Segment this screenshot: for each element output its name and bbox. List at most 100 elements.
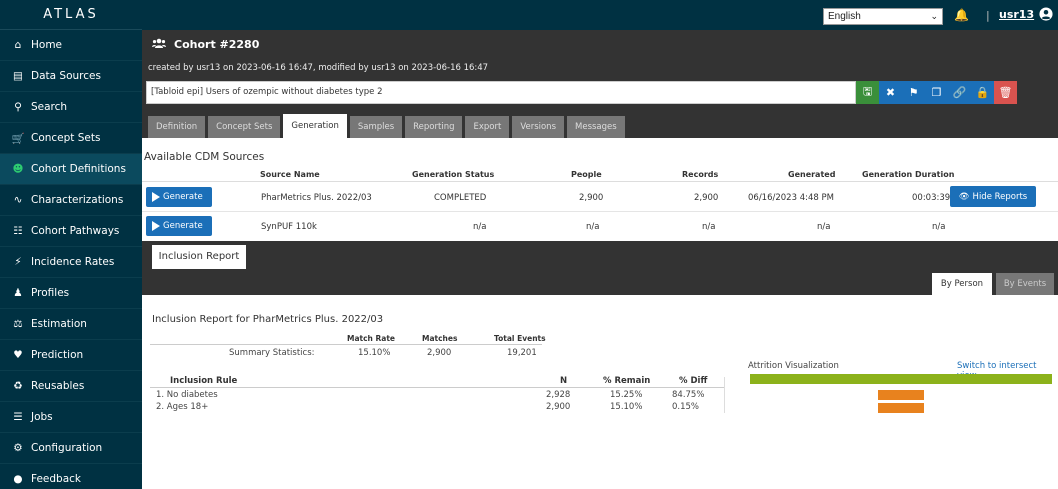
language-select[interactable]: English ⌄ bbox=[823, 8, 943, 25]
by-person-button[interactable]: By Person bbox=[932, 273, 992, 295]
hide-reports-button[interactable]: 👁 Hide Reports bbox=[950, 186, 1036, 207]
close-icon: ✖ bbox=[885, 86, 896, 99]
sidebar-item-label: Data Sources bbox=[31, 70, 101, 82]
comment-icon: ● bbox=[13, 473, 23, 485]
trash-icon: 🗑 bbox=[998, 86, 1013, 99]
rules-divider bbox=[150, 387, 724, 388]
lock-icon: 🔒 bbox=[975, 86, 990, 99]
sidebar-item-profiles[interactable]: ♟ Profiles bbox=[0, 278, 142, 309]
generate-button-label: Generate bbox=[163, 192, 203, 202]
sidebar-item-cohort-pathways[interactable]: ☷ Cohort Pathways bbox=[0, 216, 142, 247]
summary-label: Summary Statistics: bbox=[229, 348, 315, 358]
sidebar-item-label: Cohort Definitions bbox=[31, 163, 126, 175]
generate-button[interactable]: Generate bbox=[146, 187, 212, 207]
rule-remain: 15.10% bbox=[610, 402, 643, 412]
language-select-value: English bbox=[828, 11, 861, 22]
rule-remain: 15.25% bbox=[610, 390, 643, 400]
tab-inclusion-report[interactable]: Inclusion Report bbox=[152, 245, 246, 269]
line-chart-icon: ∿ bbox=[13, 194, 23, 206]
tab-generation[interactable]: Generation bbox=[283, 114, 347, 138]
bolt-icon: ⚡ bbox=[14, 256, 22, 268]
tab-reporting[interactable]: Reporting bbox=[405, 116, 463, 138]
sidebar-item-search[interactable]: ⚲ Search bbox=[0, 92, 142, 123]
tab-messages[interactable]: Messages bbox=[567, 116, 625, 138]
delete-button[interactable]: 🗑 bbox=[994, 81, 1017, 104]
generation-status: n/a bbox=[473, 222, 487, 232]
col-records: Records bbox=[682, 170, 719, 179]
sidebar-item-incidence-rates[interactable]: ⚡ Incidence Rates bbox=[0, 247, 142, 278]
generated-date: n/a bbox=[817, 222, 831, 232]
lock-button[interactable]: 🔒 bbox=[971, 81, 994, 104]
sidebar-item-home[interactable]: ⌂ Home bbox=[0, 30, 142, 61]
action-buttons: 🖫 ✖ ⚑ ❐ 🔗 🔒 🗑 bbox=[856, 81, 1017, 104]
col-generated: Generated bbox=[788, 170, 836, 179]
sidebar-item-label: Feedback bbox=[31, 473, 82, 485]
col-generation-duration: Generation Duration bbox=[862, 170, 955, 179]
cohort-title-text: Cohort #2280 bbox=[174, 38, 260, 51]
sidebar-nav: ⌂ Home ▤ Data Sources ⚲ Search 🛒 Concept Sets ☻ C… bbox=[0, 30, 142, 489]
sources-title: Available CDM Sources bbox=[144, 151, 265, 163]
report-title: Inclusion Report for PharMetrics Plus. 2… bbox=[152, 314, 384, 325]
sources-table-header: Source Name Generation Status People Rec… bbox=[142, 168, 1058, 182]
brand-logo[interactable]: ATLAS bbox=[0, 0, 142, 30]
link-button[interactable]: 🔗 bbox=[948, 81, 971, 104]
hide-reports-label: Hide Reports bbox=[972, 191, 1028, 202]
play-icon bbox=[152, 192, 160, 202]
source-name: SynPUF 110k bbox=[261, 222, 317, 232]
rule-n: 2,900 bbox=[546, 402, 571, 412]
summary-match-rate: 15.10% bbox=[358, 348, 391, 358]
tab-definition[interactable]: Definition bbox=[148, 116, 206, 138]
sidebar-item-feedback[interactable]: ● Feedback bbox=[0, 464, 142, 489]
tags-button[interactable]: ⚑ bbox=[902, 81, 925, 104]
summary-total-events: 19,201 bbox=[507, 348, 537, 358]
sidebar-item-cohort-definitions[interactable]: ☻ Cohort Definitions bbox=[0, 154, 142, 185]
save-icon: 🖫 bbox=[862, 85, 873, 98]
close-button[interactable]: ✖ bbox=[879, 81, 902, 104]
copy-button[interactable]: ❐ bbox=[925, 81, 948, 104]
sidebar-item-reusables[interactable]: ♻ Reusables bbox=[0, 371, 142, 402]
col-diff: % Diff bbox=[679, 376, 708, 386]
cogs-icon: ⚙ bbox=[13, 442, 23, 454]
tab-samples[interactable]: Samples bbox=[349, 116, 403, 138]
save-button[interactable]: 🖫 bbox=[856, 81, 879, 104]
tags-icon: ⚑ bbox=[908, 86, 919, 99]
tab-concept-sets[interactable]: Concept Sets bbox=[208, 116, 281, 138]
username-link[interactable]: usr13 bbox=[999, 8, 1034, 21]
col-generation-status: Generation Status bbox=[412, 170, 495, 179]
sidebar-item-data-sources[interactable]: ▤ Data Sources bbox=[0, 61, 142, 92]
tab-versions[interactable]: Versions bbox=[512, 116, 564, 138]
cohort-tabs: Definition Concept Sets Generation Samples R… bbox=[148, 114, 628, 138]
user-circle-icon[interactable] bbox=[1039, 7, 1053, 21]
sidebar-item-prediction[interactable]: ♥ Prediction bbox=[0, 340, 142, 371]
generation-duration: n/a bbox=[932, 222, 946, 232]
home-icon: ⌂ bbox=[14, 39, 22, 51]
users-icon bbox=[152, 38, 166, 51]
sidebar-item-characterizations[interactable]: ∿ Characterizations bbox=[0, 185, 142, 216]
bell-icon[interactable]: 🔔 bbox=[954, 8, 969, 22]
sidebar-item-configuration[interactable]: ⚙ Configuration bbox=[0, 433, 142, 464]
heartbeat-icon: ♥ bbox=[13, 349, 23, 361]
created-info: created by usr13 on 2023-06-16 16:47, mo… bbox=[148, 63, 489, 73]
tab-export[interactable]: Export bbox=[465, 116, 510, 138]
sidebar-item-label: Configuration bbox=[31, 442, 103, 454]
sidebar-item-label: Reusables bbox=[31, 380, 85, 392]
generate-button[interactable]: Generate bbox=[146, 216, 212, 236]
col-inclusion-rule: Inclusion Rule bbox=[170, 376, 238, 386]
records-count: n/a bbox=[702, 222, 716, 232]
sidebar-item-jobs[interactable]: ☰ Jobs bbox=[0, 402, 142, 433]
sidebar-item-label: Estimation bbox=[31, 318, 87, 330]
by-events-button[interactable]: By Events bbox=[996, 273, 1054, 295]
records-count: 2,900 bbox=[694, 193, 719, 203]
users-icon: ☻ bbox=[12, 163, 24, 175]
attrition-bar bbox=[878, 403, 924, 413]
sidebar-item-estimation[interactable]: ⚖ Estimation bbox=[0, 309, 142, 340]
generated-date: 06/16/2023 4:48 PM bbox=[748, 193, 834, 203]
generate-button-label: Generate bbox=[163, 221, 203, 231]
row-divider bbox=[142, 211, 1058, 212]
sidebar-item-concept-sets[interactable]: 🛒 Concept Sets bbox=[0, 123, 142, 154]
play-icon bbox=[152, 221, 160, 231]
sidebar-item-label: Cohort Pathways bbox=[31, 225, 120, 237]
cohort-name-input[interactable]: [Tabloid epi] Users of ozempic without d… bbox=[146, 81, 856, 104]
balance-scale-icon: ⚖ bbox=[13, 318, 23, 330]
divider: | bbox=[986, 9, 990, 22]
